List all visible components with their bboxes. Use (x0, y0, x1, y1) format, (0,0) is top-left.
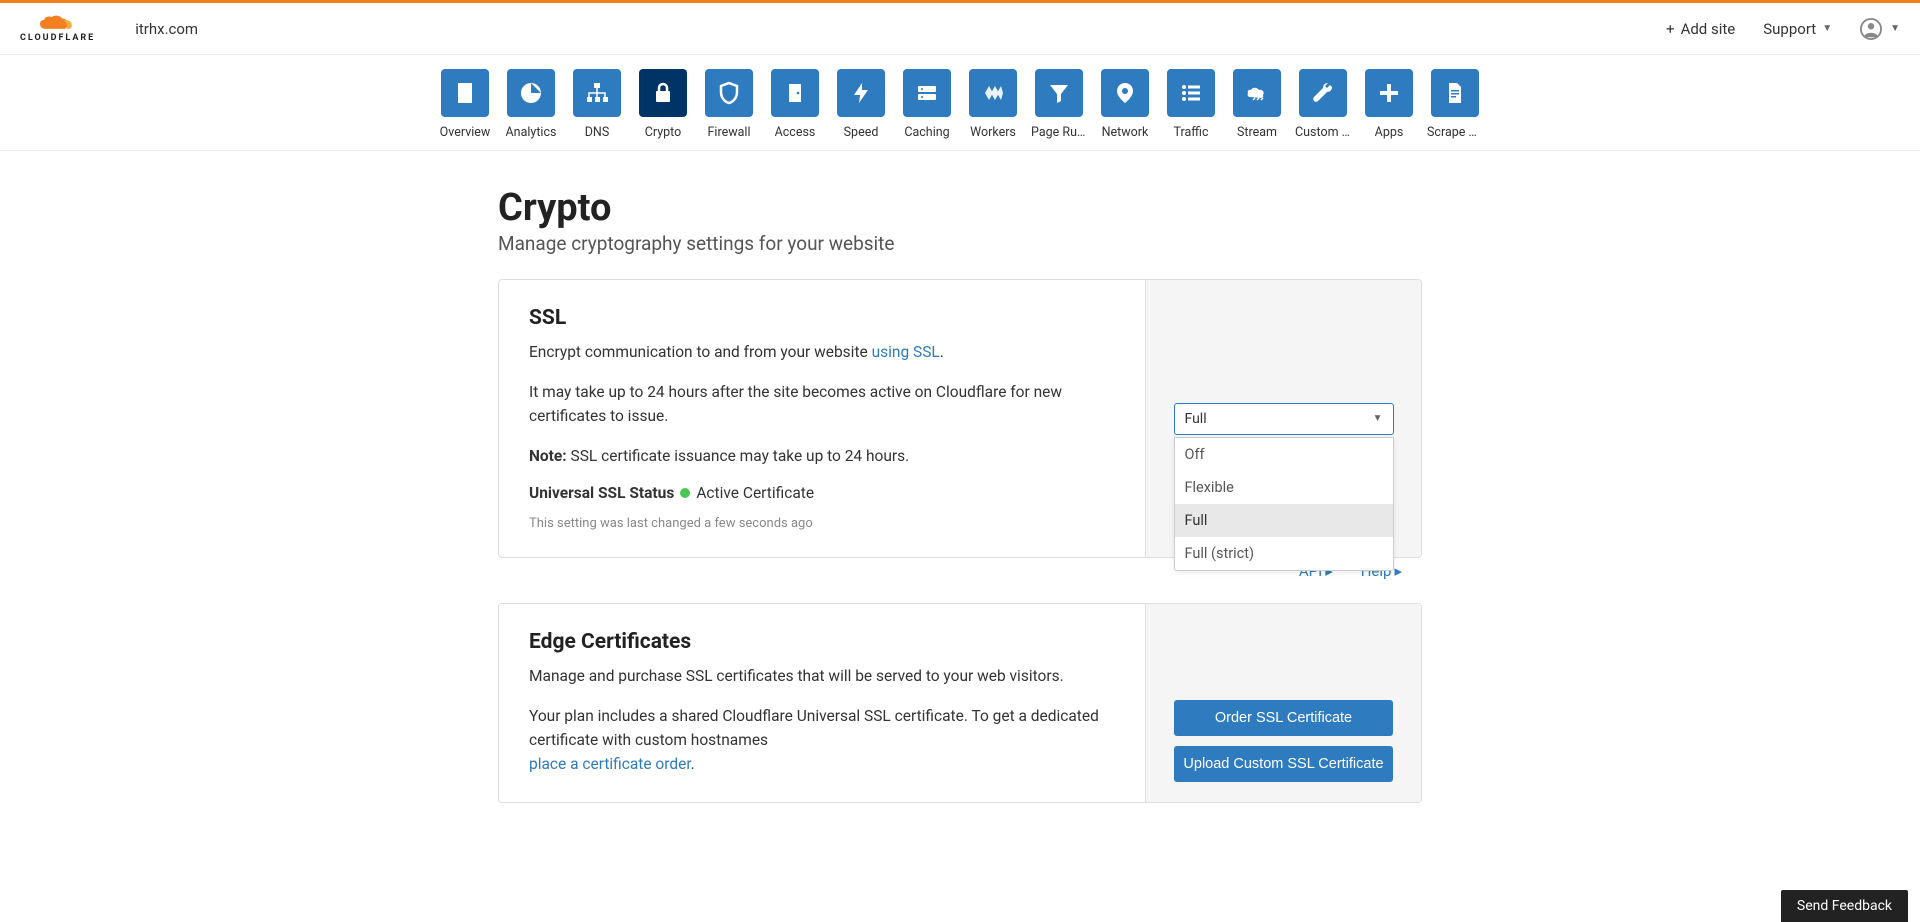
nav-tab-label: Page Rules (1031, 125, 1087, 140)
add-site-button[interactable]: + Add site (1666, 20, 1735, 38)
nav-tab-label: Crypto (645, 125, 682, 140)
nav-tab-pagerules[interactable]: Page Rules (1031, 69, 1087, 140)
nav-tab-label: Traffic (1173, 125, 1208, 140)
sitemap-icon (585, 81, 609, 105)
nav-tabs: Overview Analytics DNS Crypto Firewall A… (0, 55, 1920, 151)
nav-tab-firewall[interactable]: Firewall (701, 69, 757, 140)
nav-tab-label: Speed (844, 125, 879, 140)
place-cert-order-link[interactable]: place a certificate order (529, 755, 691, 773)
chevron-down-icon: ▼ (1373, 413, 1383, 424)
nav-tab-speed[interactable]: Speed (833, 69, 889, 140)
edge-desc: Manage and purchase SSL certificates tha… (529, 664, 1115, 688)
support-label: Support (1763, 20, 1816, 38)
nav-tab-label: Analytics (506, 125, 557, 140)
edge-plan-text: Your plan includes a shared Cloudflare U… (529, 704, 1115, 776)
server-icon (915, 81, 939, 105)
shield-icon (717, 81, 741, 105)
nav-tab-apps[interactable]: Apps (1361, 69, 1417, 140)
user-icon (1860, 18, 1882, 40)
nav-tab-custompages[interactable]: Custom P... (1295, 69, 1351, 140)
header: CLOUDFLARE itrhx.com + Add site Support … (0, 3, 1920, 55)
nav-tab-workers[interactable]: Workers (965, 69, 1021, 140)
nav-tab-scrapeshield[interactable]: Scrape S... (1427, 69, 1483, 140)
ssl-mode-selected: Full (1185, 411, 1207, 427)
nav-tab-crypto[interactable]: Crypto (635, 69, 691, 140)
add-site-label: Add site (1681, 20, 1736, 38)
status-dot-icon (680, 488, 690, 498)
wrench-icon (1311, 81, 1335, 105)
ssl-card: SSL Encrypt communication to and from yo… (498, 279, 1422, 558)
nav-tab-label: Caching (904, 125, 949, 140)
nav-tab-label: Workers (970, 125, 1016, 140)
door-icon (783, 81, 807, 105)
edge-certificates-card: Edge Certificates Manage and purchase SS… (498, 603, 1422, 803)
nav-tab-overview[interactable]: Overview (437, 69, 493, 140)
nav-tab-label: Apps (1375, 125, 1404, 140)
lock-icon (651, 81, 675, 105)
edge-card-title: Edge Certificates (529, 630, 1115, 654)
send-feedback-button[interactable]: Send Feedback (1781, 890, 1908, 922)
page-title: Crypto (498, 186, 1422, 230)
ssl-status-value: Active Certificate (696, 484, 814, 502)
ssl-option-flexible[interactable]: Flexible (1175, 471, 1393, 504)
note-label: Note: (529, 447, 567, 465)
user-menu[interactable]: ▼ (1860, 18, 1900, 40)
pin-icon (1113, 81, 1137, 105)
ssl-note: Note: SSL certificate issuance may take … (529, 444, 1115, 468)
upload-ssl-button[interactable]: Upload Custom SSL Certificate (1174, 746, 1393, 782)
page-subtitle: Manage cryptography settings for your we… (498, 232, 1422, 255)
ssl-mode-select[interactable]: Full ▼ (1174, 403, 1394, 435)
workers-icon (981, 81, 1005, 105)
ssl-status: Universal SSL Status Active Certificate (529, 484, 1115, 502)
nav-tab-label: Stream (1237, 125, 1277, 140)
nav-tab-traffic[interactable]: Traffic (1163, 69, 1219, 140)
nav-tab-access[interactable]: Access (767, 69, 823, 140)
stream-icon (1245, 81, 1269, 105)
funnel-icon (1047, 81, 1071, 105)
ssl-timestamp: This setting was last changed a few seco… (529, 516, 1115, 531)
ssl-option-full[interactable]: Full (1175, 504, 1393, 537)
nav-tab-label: Firewall (708, 125, 751, 140)
cloudflare-logo[interactable]: CLOUDFLARE (20, 15, 95, 43)
caret-down-icon: ▼ (1822, 23, 1832, 34)
list-icon (1179, 81, 1203, 105)
domain-name[interactable]: itrhx.com (135, 20, 198, 38)
nav-tab-label: Overview (440, 125, 491, 140)
using-ssl-link[interactable]: using SSL (872, 343, 940, 361)
nav-tab-label: DNS (585, 125, 610, 140)
ssl-card-title: SSL (529, 306, 1115, 330)
cloud-icon (37, 15, 79, 33)
logo-text: CLOUDFLARE (20, 33, 95, 43)
plus-icon (1377, 81, 1401, 105)
ssl-mode-menu: Off Flexible Full Full (strict) (1174, 437, 1394, 571)
ssl-mode-dropdown-wrap: Full ▼ Off Flexible Full Full (strict) (1174, 403, 1394, 435)
nav-tab-caching[interactable]: Caching (899, 69, 955, 140)
ssl-description: Encrypt communication to and from your w… (529, 340, 1115, 364)
pie-icon (519, 81, 543, 105)
ssl-note-body: It may take up to 24 hours after the sit… (529, 380, 1115, 428)
clipboard-icon (453, 81, 477, 105)
bolt-icon (849, 81, 873, 105)
support-button[interactable]: Support ▼ (1763, 20, 1832, 38)
nav-tab-label: Network (1102, 125, 1149, 140)
nav-tab-stream[interactable]: Stream (1229, 69, 1285, 140)
ssl-status-label: Universal SSL Status (529, 484, 674, 502)
ssl-option-off[interactable]: Off (1175, 438, 1393, 471)
ssl-option-full-strict[interactable]: Full (strict) (1175, 537, 1393, 570)
nav-tab-label: Access (775, 125, 816, 140)
nav-tab-dns[interactable]: DNS (569, 69, 625, 140)
plus-icon: + (1666, 20, 1675, 38)
nav-tab-network[interactable]: Network (1097, 69, 1153, 140)
nav-tab-label: Scrape S... (1427, 125, 1483, 140)
doc-icon (1443, 81, 1467, 105)
nav-tab-analytics[interactable]: Analytics (503, 69, 559, 140)
caret-down-icon: ▼ (1890, 23, 1900, 34)
order-ssl-button[interactable]: Order SSL Certificate (1174, 700, 1393, 736)
nav-tab-label: Custom P... (1295, 125, 1351, 140)
